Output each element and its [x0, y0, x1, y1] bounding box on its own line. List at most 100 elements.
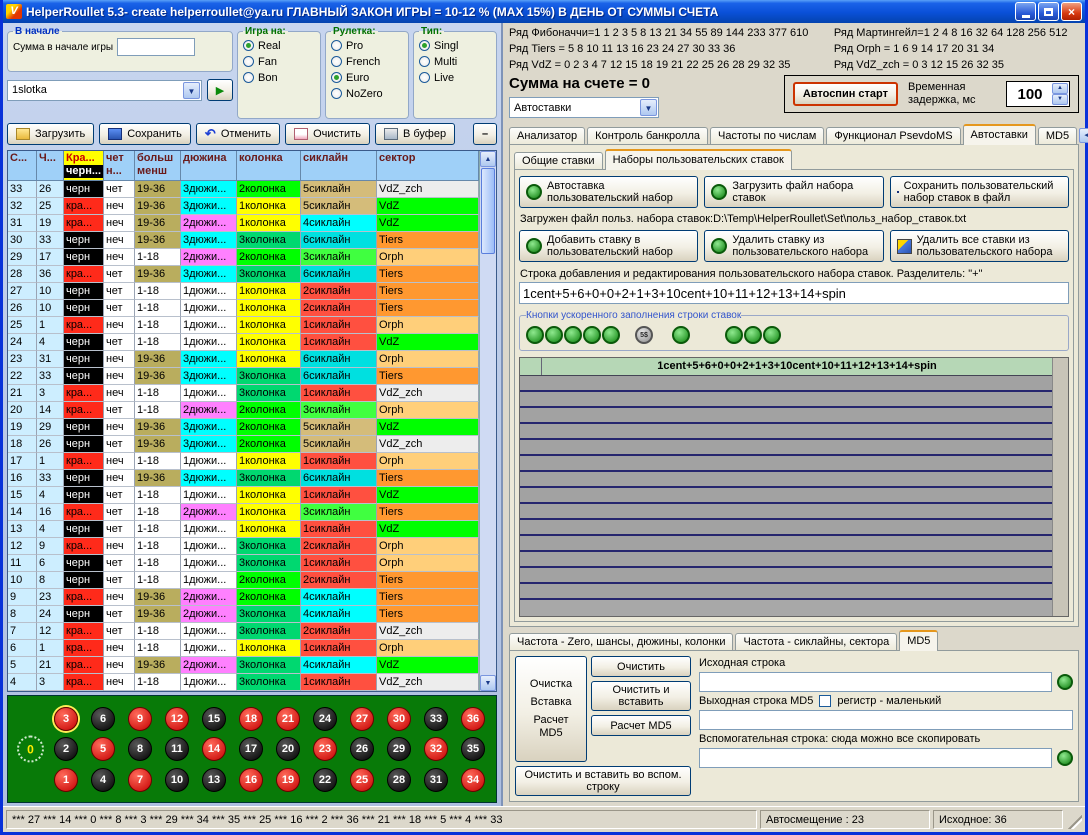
preset-combobox[interactable]: 1slotka ▼	[7, 80, 202, 101]
column-header-5[interactable]: дюжина	[181, 151, 237, 181]
bet-string-input[interactable]	[519, 282, 1069, 304]
column-header-7[interactable]: сиклайн	[301, 151, 377, 181]
md5-calc-button[interactable]: Расчет MD5	[591, 715, 691, 736]
table-row[interactable]: 2331черннеч19-363дюжи...1колонка6сиклайн…	[8, 351, 479, 368]
bets-list-row[interactable]	[520, 520, 1052, 536]
tab-автоставки[interactable]: Автоставки	[963, 124, 1036, 145]
board-number-21[interactable]: 21	[276, 707, 300, 731]
сохранить-пользовательский-набор-ставок-в-файл-button[interactable]: Сохранить пользовательский набор ставок …	[890, 176, 1069, 208]
md5-clear-paste-button[interactable]: Очистить и вставить	[591, 681, 691, 711]
radio-euro[interactable]: Euro	[331, 70, 403, 85]
board-number-1[interactable]: 1	[54, 768, 78, 792]
scrollbar-thumb[interactable]	[481, 168, 495, 254]
board-number-19[interactable]: 19	[276, 768, 300, 792]
board-number-7[interactable]: 7	[128, 768, 152, 792]
freqtab-частота-zero-шансы-дюжины-колонки[interactable]: Частота - Zero, шансы, дюжины, колонки	[509, 633, 733, 651]
board-number-0[interactable]: 0	[17, 736, 44, 763]
autospin-start-button[interactable]: Автоспин старт	[793, 82, 898, 106]
md5-clear-paste-aux-button[interactable]: Очистить и вставить во вспом. строку	[515, 766, 691, 796]
board-number-11[interactable]: 11	[165, 737, 189, 761]
table-row[interactable]: 1633черннеч19-363дюжи...3колонка6сиклайн…	[8, 470, 479, 487]
column-header-2[interactable]: Кра...черн...	[64, 151, 104, 181]
table-row[interactable]: 2836кра...чет19-363дюжи...3колонка6сикла…	[8, 266, 479, 283]
table-row[interactable]: 171кра...неч1-181дюжи...1колонка1сиклайн…	[8, 453, 479, 470]
coin-button-4[interactable]	[583, 326, 601, 344]
subtab-наборы-пользовательских-ставок[interactable]: Наборы пользовательских ставок	[605, 149, 792, 170]
bets-list-row[interactable]	[520, 552, 1052, 568]
board-number-36[interactable]: 36	[461, 707, 485, 731]
freqtab-md5[interactable]: MD5	[899, 630, 938, 651]
table-row[interactable]: 43кра...неч1-181дюжи...3колонка1сиклайнV…	[8, 674, 479, 691]
tab-контроль-банкролла[interactable]: Контроль банкролла	[587, 127, 708, 145]
board-number-22[interactable]: 22	[313, 768, 337, 792]
board-number-5[interactable]: 5	[91, 737, 115, 761]
загрузить-button[interactable]: Загрузить	[7, 123, 94, 145]
bets-list-row[interactable]	[520, 376, 1052, 392]
board-number-12[interactable]: 12	[165, 707, 189, 731]
board-number-8[interactable]: 8	[128, 737, 152, 761]
scrollbar-track[interactable]	[480, 255, 496, 675]
table-row[interactable]: 2710чернчет1-181дюжи...1колонка2сиклайнT…	[8, 283, 479, 300]
table-row[interactable]: 2917черннеч1-182дюжи...2колонка3сиклайнO…	[8, 249, 479, 266]
board-number-3[interactable]: 3	[54, 707, 78, 731]
freqtab-частота-сиклайны-сектора[interactable]: Частота - сиклайны, сектора	[735, 633, 897, 651]
play-button[interactable]: ▶	[207, 79, 233, 101]
table-row[interactable]: 824чернчет19-362дюжи...3колонка4сиклайнT…	[8, 606, 479, 623]
bets-list-row[interactable]	[520, 536, 1052, 552]
column-header-0[interactable]: С...	[8, 151, 37, 181]
bets-list-row[interactable]	[520, 568, 1052, 584]
board-number-20[interactable]: 20	[276, 737, 300, 761]
bets-list-row[interactable]	[520, 456, 1052, 472]
tab-анализатор[interactable]: Анализатор	[509, 127, 585, 145]
md5-clear-paste-calc-button[interactable]: Очистка Вставка Расчет MD5	[515, 656, 587, 762]
radio-french[interactable]: French	[331, 54, 403, 69]
table-row[interactable]: 213кра...неч1-181дюжи...3колонка1сиклайн…	[8, 385, 479, 402]
table-row[interactable]: 129кра...неч1-181дюжи...3колонка2сиклайн…	[8, 538, 479, 555]
bets-list-scrollbar[interactable]	[1052, 358, 1068, 616]
table-row[interactable]: 154чернчет1-181дюжи...1колонка1сиклайнVd…	[8, 487, 479, 504]
bets-list-row[interactable]	[520, 472, 1052, 488]
coin-button-1[interactable]	[526, 326, 544, 344]
board-number-4[interactable]: 4	[91, 768, 115, 792]
board-number-30[interactable]: 30	[387, 707, 411, 731]
bets-list-row[interactable]	[520, 504, 1052, 520]
в-буфер-button[interactable]: В буфер	[375, 123, 455, 145]
table-row[interactable]: 61кра...неч1-181дюжи...1колонка1сиклайнO…	[8, 640, 479, 657]
table-row[interactable]: 116чернчет1-181дюжи...3колонка1сиклайнOr…	[8, 555, 479, 572]
tab-scroll-left-icon[interactable]: ◀	[1079, 128, 1088, 143]
очистить-button[interactable]: Очистить	[285, 123, 370, 145]
table-row[interactable]: 108чернчет1-181дюжи...2колонка2сиклайнTi…	[8, 572, 479, 589]
board-number-29[interactable]: 29	[387, 737, 411, 761]
md5-source-paste-button[interactable]	[1057, 674, 1073, 690]
board-number-15[interactable]: 15	[202, 707, 226, 731]
board-number-17[interactable]: 17	[239, 737, 263, 761]
column-header-8[interactable]: сектор	[377, 151, 479, 181]
scroll-down-icon[interactable]: ▼	[480, 675, 496, 691]
tab-md5[interactable]: MD5	[1038, 127, 1077, 145]
md5-source-input[interactable]	[699, 672, 1052, 692]
radio-bon[interactable]: Bon	[243, 70, 315, 85]
bets-list-row[interactable]	[520, 440, 1052, 456]
board-number-26[interactable]: 26	[350, 737, 374, 761]
column-header-4[interactable]: большменш	[135, 151, 181, 181]
board-number-23[interactable]: 23	[313, 737, 337, 761]
coin-button-9[interactable]	[744, 326, 762, 344]
radio-pro[interactable]: Pro	[331, 38, 403, 53]
radio-fan[interactable]: Fan	[243, 54, 315, 69]
bets-list-row[interactable]	[520, 392, 1052, 408]
table-row[interactable]: 1416кра...чет1-182дюжи...1колонка3сиклай…	[8, 504, 479, 521]
minimize-button[interactable]	[1015, 2, 1036, 21]
column-header-6[interactable]: колонка	[237, 151, 301, 181]
start-sum-input[interactable]	[117, 38, 195, 56]
column-header-1[interactable]: Ч...	[37, 151, 64, 181]
board-number-33[interactable]: 33	[424, 707, 448, 731]
md5-output-input[interactable]	[699, 710, 1073, 730]
coin-button-5[interactable]	[602, 326, 620, 344]
загрузить-файл-набора-ставок-button[interactable]: Загрузить файл набора ставок	[704, 176, 883, 208]
table-row[interactable]: 3326чернчет19-363дюжи...2колонка5сиклайн…	[8, 181, 479, 198]
board-number-10[interactable]: 10	[165, 768, 189, 792]
bets-list-row[interactable]	[520, 584, 1052, 600]
bets-list-row[interactable]	[520, 424, 1052, 440]
chevron-down-icon[interactable]: ▼	[640, 99, 657, 116]
table-row[interactable]: 3033черннеч19-363дюжи...3колонка6сиклайн…	[8, 232, 479, 249]
